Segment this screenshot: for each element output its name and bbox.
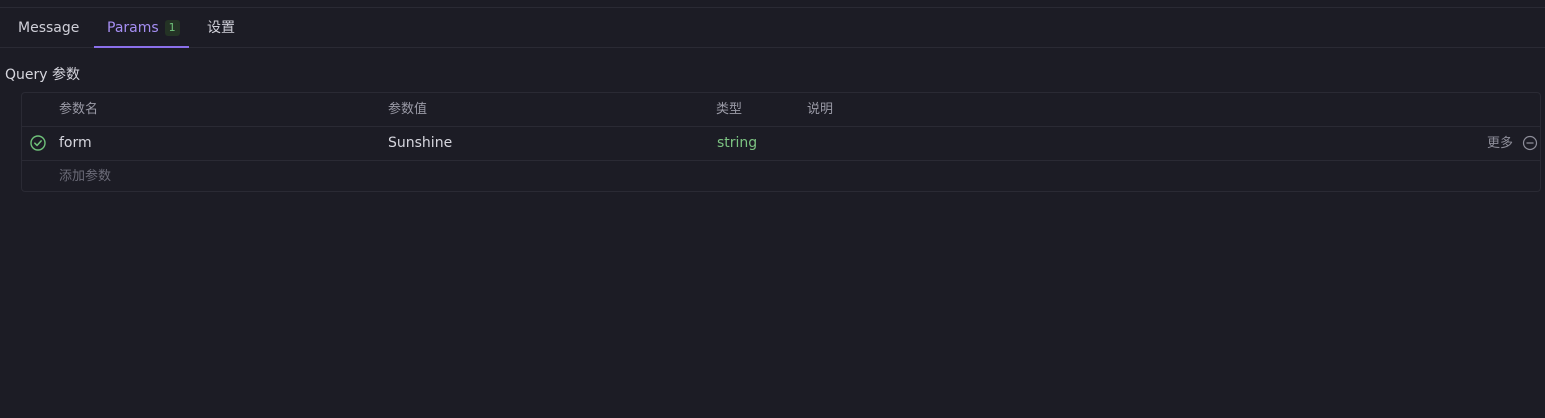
params-count-badge: 1 (164, 20, 180, 36)
tab-settings[interactable]: 设置 (207, 8, 235, 47)
minus-circle-icon[interactable] (1522, 135, 1538, 151)
tab-message[interactable]: Message (18, 8, 79, 47)
tab-settings-label: 设置 (207, 20, 235, 36)
tab-params-label: Params (107, 20, 159, 36)
add-param-input[interactable]: 添加参数 (59, 160, 111, 193)
check-circle-icon[interactable] (30, 135, 46, 151)
active-tab-indicator (94, 46, 189, 48)
tab-params[interactable]: Params 1 (107, 8, 180, 47)
param-name-input[interactable]: form (59, 127, 92, 160)
table-row: form Sunshine string 更多 (22, 126, 1540, 161)
section-title: Query 参数 (5, 67, 80, 83)
params-table: 参数名 参数值 类型 说明 form Sunshine string 更多 添加… (21, 92, 1541, 192)
header-param-value: 参数值 (388, 102, 428, 117)
add-param-row: 添加参数 (22, 160, 1540, 193)
header-param-type: 类型 (716, 102, 743, 117)
table-header: 参数名 参数值 类型 说明 (22, 93, 1540, 126)
param-type-select[interactable]: string (717, 127, 757, 160)
header-param-description: 说明 (807, 102, 834, 117)
header-param-name: 参数名 (59, 102, 99, 117)
param-description-input[interactable] (807, 127, 1407, 160)
tab-bar: Message Params 1 设置 (0, 8, 1545, 48)
param-value-input[interactable]: Sunshine (388, 127, 452, 160)
tab-message-label: Message (18, 20, 80, 36)
more-button[interactable]: 更多 (1487, 127, 1513, 160)
